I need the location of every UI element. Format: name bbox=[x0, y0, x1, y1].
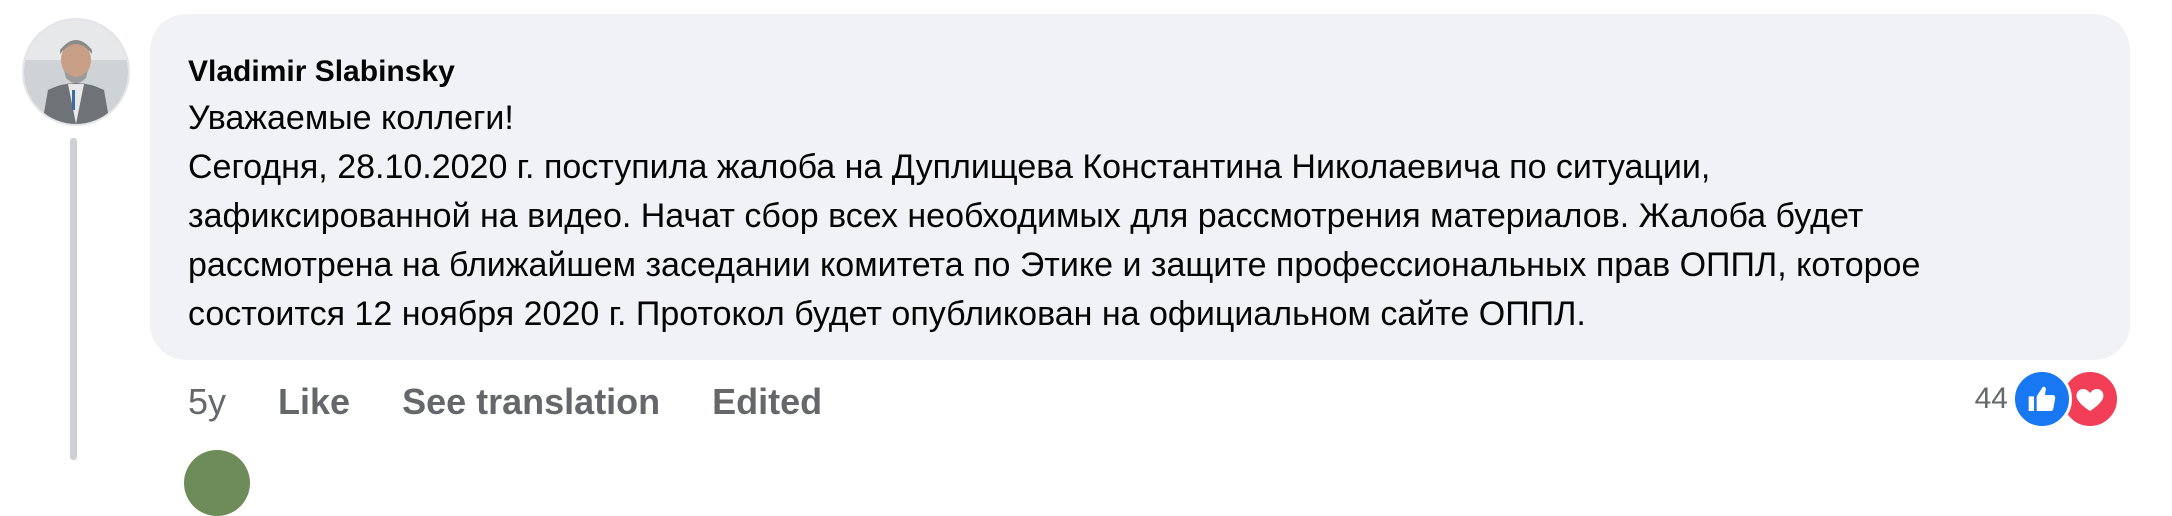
like-button[interactable]: Like bbox=[278, 381, 350, 423]
edited-label[interactable]: Edited bbox=[712, 381, 822, 423]
comment-timestamp[interactable]: 5y bbox=[188, 381, 226, 423]
thread-line bbox=[70, 138, 77, 460]
comment-line: зафиксированной на видео. Начат сбор все… bbox=[188, 197, 1864, 235]
reactions-summary[interactable]: 44 bbox=[1975, 366, 2120, 432]
reaction-count: 44 bbox=[1974, 382, 2008, 415]
author-avatar[interactable] bbox=[24, 20, 128, 124]
comment-line: Уважаемые коллеги! bbox=[188, 99, 514, 137]
comment-line: Сегодня, 28.10.2020 г. поступила жалоба … bbox=[188, 148, 1711, 186]
like-icon bbox=[2012, 369, 2072, 429]
avatar-image bbox=[24, 20, 128, 124]
comment-line: рассмотрена на ближайшем заседании комит… bbox=[188, 246, 1921, 284]
comment-bubble: Vladimir Slabinsky Уважаемые коллеги! Се… bbox=[150, 14, 2130, 360]
author-name[interactable]: Vladimir Slabinsky bbox=[188, 54, 455, 90]
comment-line: состоится 12 ноября 2020 г. Протокол буд… bbox=[188, 295, 1586, 333]
comment-actions: 5y Like See translation Edited bbox=[188, 374, 822, 430]
see-translation-link[interactable]: See translation bbox=[402, 381, 660, 423]
comment-text: Уважаемые коллеги! Сегодня, 28.10.2020 г… bbox=[188, 94, 2108, 339]
